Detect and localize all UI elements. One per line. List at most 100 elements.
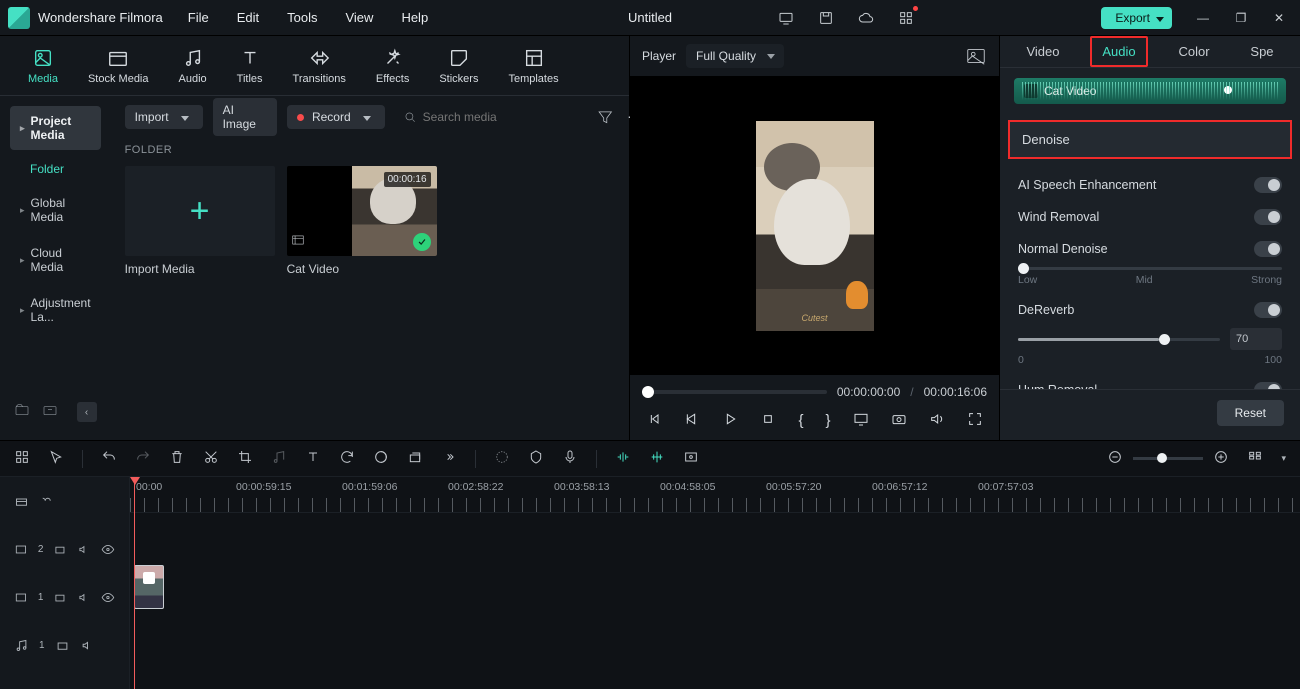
tl-crop-icon[interactable]	[237, 449, 253, 468]
prop-tab-video[interactable]: Video	[1016, 38, 1069, 65]
clip-used-check-icon	[413, 233, 431, 251]
maximize-button[interactable]: ❐	[1228, 5, 1254, 31]
ai-image-button[interactable]: AI Image	[213, 98, 277, 136]
display-icon[interactable]	[853, 411, 869, 430]
save-icon[interactable]	[811, 3, 841, 33]
tab-effects[interactable]: Effects	[376, 47, 409, 85]
track-header-v2[interactable]: 2	[0, 525, 129, 573]
tl-delete-icon[interactable]	[169, 449, 185, 468]
denoise-section-header[interactable]: Denoise	[1008, 120, 1292, 159]
minimize-button[interactable]: —	[1190, 5, 1216, 31]
dereverb-value[interactable]: 70	[1230, 328, 1282, 350]
tl-color-icon[interactable]	[373, 449, 389, 468]
tl-speed-icon[interactable]	[271, 449, 287, 468]
cloud-icon[interactable]	[851, 3, 881, 33]
tl-view-icon[interactable]	[1247, 449, 1263, 468]
player-controls: { }	[630, 405, 999, 440]
tab-transitions[interactable]: Transitions	[293, 47, 346, 85]
normal-denoise-slider[interactable]	[1018, 267, 1282, 270]
tab-stock-media[interactable]: Stock Media	[88, 47, 149, 85]
playhead-scrubber[interactable]	[642, 390, 827, 394]
normal-denoise-toggle[interactable]	[1254, 241, 1282, 257]
audio-clip-preview[interactable]: Cat Video	[1014, 78, 1286, 104]
tl-more-icon[interactable]	[441, 449, 457, 468]
timeline-clip-cat-video[interactable]	[134, 565, 164, 609]
import-dropdown[interactable]: Import	[125, 105, 203, 129]
menu-view[interactable]: View	[345, 10, 373, 25]
prop-tab-color[interactable]: Color	[1168, 38, 1219, 65]
media-clip-cat-video[interactable]: 00:00:16 Cat Video	[287, 166, 437, 276]
play-icon[interactable]	[722, 411, 738, 430]
wind-removal-toggle[interactable]	[1254, 209, 1282, 225]
ai-speech-toggle[interactable]	[1254, 177, 1282, 193]
mark-in-icon[interactable]: {	[798, 412, 803, 429]
timeline-ruler[interactable]: 00:00 00:00:59:15 00:01:59:06 00:02:58:2…	[130, 477, 1300, 513]
tl-frame-icon[interactable]	[683, 449, 699, 468]
timeline-zoom[interactable]	[1107, 449, 1229, 468]
sidebar-cloud-media[interactable]: ▸Cloud Media	[10, 238, 101, 282]
tl-undo-icon[interactable]	[101, 449, 117, 468]
device-icon[interactable]	[771, 3, 801, 33]
tl-track-icon[interactable]	[494, 449, 510, 468]
new-folder-icon[interactable]	[14, 402, 30, 422]
sidebar-folder[interactable]: Folder	[10, 156, 101, 182]
sidebar-global-media[interactable]: ▸Global Media	[10, 188, 101, 232]
export-button[interactable]: Export	[1101, 7, 1172, 29]
tl-marker-icon[interactable]	[528, 449, 544, 468]
volume-icon[interactable]	[929, 411, 945, 430]
sidebar-project-media[interactable]: ▸Project Media	[10, 106, 101, 150]
import-media-tile[interactable]: + Import Media	[125, 166, 275, 276]
tab-stickers[interactable]: Stickers	[439, 47, 478, 85]
camera-icon[interactable]	[891, 411, 907, 430]
track-header-global[interactable]	[0, 477, 129, 525]
menu-tools[interactable]: Tools	[287, 10, 317, 25]
hum-removal-toggle[interactable]	[1254, 382, 1282, 389]
fullscreen-icon[interactable]	[967, 411, 983, 430]
tab-audio[interactable]: Audio	[179, 47, 207, 85]
tl-redo-icon[interactable]	[135, 449, 151, 468]
tl-rotate-icon[interactable]	[339, 449, 355, 468]
sidebar-adjustment-layer[interactable]: ▸Adjustment La...	[10, 288, 101, 332]
tl-magnet-icon[interactable]	[14, 449, 30, 468]
step-back-icon[interactable]	[684, 411, 700, 430]
prop-tab-audio[interactable]: Audio	[1090, 36, 1147, 67]
prop-tab-speed[interactable]: Spe	[1240, 38, 1283, 65]
menu-help[interactable]: Help	[401, 10, 428, 25]
close-button[interactable]: ✕	[1266, 5, 1292, 31]
tl-mic-icon[interactable]	[562, 449, 578, 468]
menu-file[interactable]: File	[188, 10, 209, 25]
tab-titles[interactable]: Titles	[237, 47, 263, 85]
filter-icon[interactable]	[596, 106, 615, 128]
search-field[interactable]	[395, 110, 586, 124]
track-header-v1[interactable]: 1	[0, 573, 129, 621]
tab-media[interactable]: Media	[28, 47, 58, 85]
zoom-out-icon[interactable]	[1107, 449, 1123, 468]
new-bin-icon[interactable]	[42, 402, 58, 422]
menu-edit[interactable]: Edit	[237, 10, 259, 25]
dereverb-toggle[interactable]	[1254, 302, 1282, 318]
snapshot-icon[interactable]	[965, 45, 987, 67]
dereverb-slider[interactable]	[1018, 338, 1220, 341]
tl-view-caret-icon[interactable]: ▾	[1281, 453, 1286, 464]
zoom-in-icon[interactable]	[1213, 449, 1229, 468]
playhead[interactable]	[134, 477, 135, 689]
mark-out-icon[interactable]: }	[826, 412, 831, 429]
tl-select-icon[interactable]	[48, 449, 64, 468]
record-dropdown[interactable]: Record	[287, 105, 385, 129]
tl-cut-icon[interactable]	[203, 449, 219, 468]
tl-text-icon[interactable]	[305, 449, 321, 468]
stop-icon[interactable]	[760, 411, 776, 430]
prev-frame-icon[interactable]	[646, 411, 662, 430]
track-header-a1[interactable]: 1	[0, 621, 129, 669]
tl-auto-cut-icon[interactable]	[649, 449, 665, 468]
apps-icon[interactable]	[891, 3, 921, 33]
search-input[interactable]	[423, 110, 578, 124]
tracks-area[interactable]	[130, 513, 1300, 689]
collapse-sidebar-icon[interactable]: ‹	[77, 402, 97, 422]
tl-layer-icon[interactable]	[407, 449, 423, 468]
preview-viewport[interactable]: Cutest	[630, 76, 999, 375]
reset-button[interactable]: Reset	[1217, 400, 1284, 426]
tl-audio-sync-icon[interactable]	[615, 449, 631, 468]
tab-templates[interactable]: Templates	[508, 47, 558, 85]
quality-dropdown[interactable]: Full Quality	[686, 44, 784, 68]
